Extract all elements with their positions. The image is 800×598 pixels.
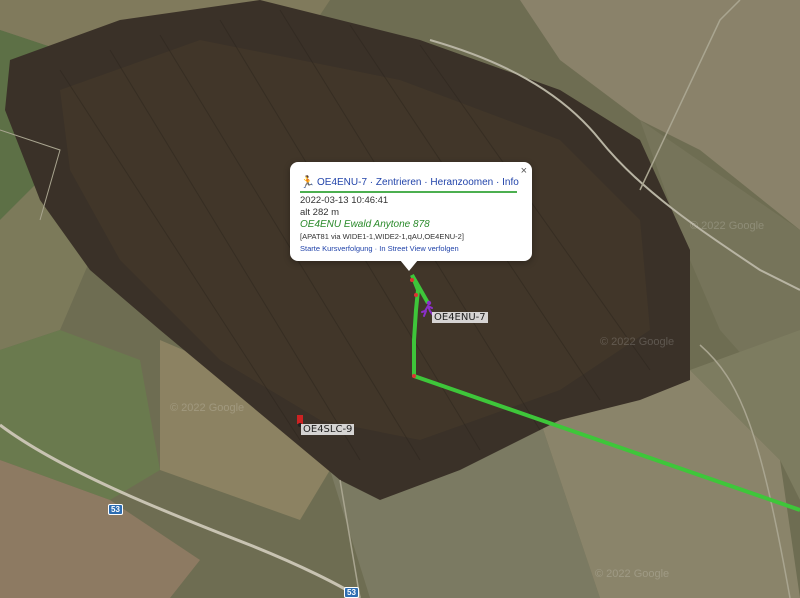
start-tracking-link[interactable]: Starte Kursverfolgung xyxy=(300,244,373,253)
popup-actions: Starte Kursverfolgung · In Street View v… xyxy=(300,244,459,253)
watermark: © 2022 Google xyxy=(690,220,765,232)
separator: · xyxy=(496,177,500,188)
altitude: alt 282 m xyxy=(300,207,340,218)
close-icon[interactable]: × xyxy=(521,165,527,177)
road-shield: 53 xyxy=(344,587,359,598)
separator: · xyxy=(424,177,428,188)
separator: · xyxy=(374,244,378,253)
station-label-slc[interactable]: OE4SLC-9 xyxy=(301,424,355,435)
station-info-popup: × 🏃 OE4ENU-7 · Zentrieren · Heranzoomen ·… xyxy=(290,162,532,261)
station-comment: OE4ENU Ewald Anytone 878 xyxy=(300,219,430,230)
watermark: © 2022 Google xyxy=(595,568,670,580)
streetview-link[interactable]: In Street View verfolgen xyxy=(379,244,459,253)
popup-pointer xyxy=(400,260,418,271)
timestamp: 2022-03-13 10:46:41 xyxy=(300,195,389,206)
runner-icon: 🏃 xyxy=(300,175,315,189)
watermark: © 2022 Google xyxy=(170,402,245,414)
zoom-in-link[interactable]: Heranzoomen xyxy=(430,177,493,188)
info-link[interactable]: Info xyxy=(502,177,519,188)
center-link[interactable]: Zentrieren xyxy=(376,177,422,188)
road-shield: 53 xyxy=(108,504,123,515)
watermark: © 2022 Google xyxy=(600,336,675,348)
digipeater-path: [APAT81 via WIDE1-1,WIDE2-1,qAU,OE4ENU-2… xyxy=(300,232,464,241)
satellite-map[interactable]: OE4ENU-7 OE4SLC-9 53 53 © 2022 Google © … xyxy=(0,0,800,598)
separator: · xyxy=(369,177,374,188)
header-divider xyxy=(300,191,517,193)
station-label-enu[interactable]: OE4ENU-7 xyxy=(432,312,488,323)
callsign-link[interactable]: OE4ENU-7 xyxy=(317,177,367,188)
popup-header: 🏃 OE4ENU-7 · Zentrieren · Heranzoomen · I… xyxy=(300,175,519,189)
